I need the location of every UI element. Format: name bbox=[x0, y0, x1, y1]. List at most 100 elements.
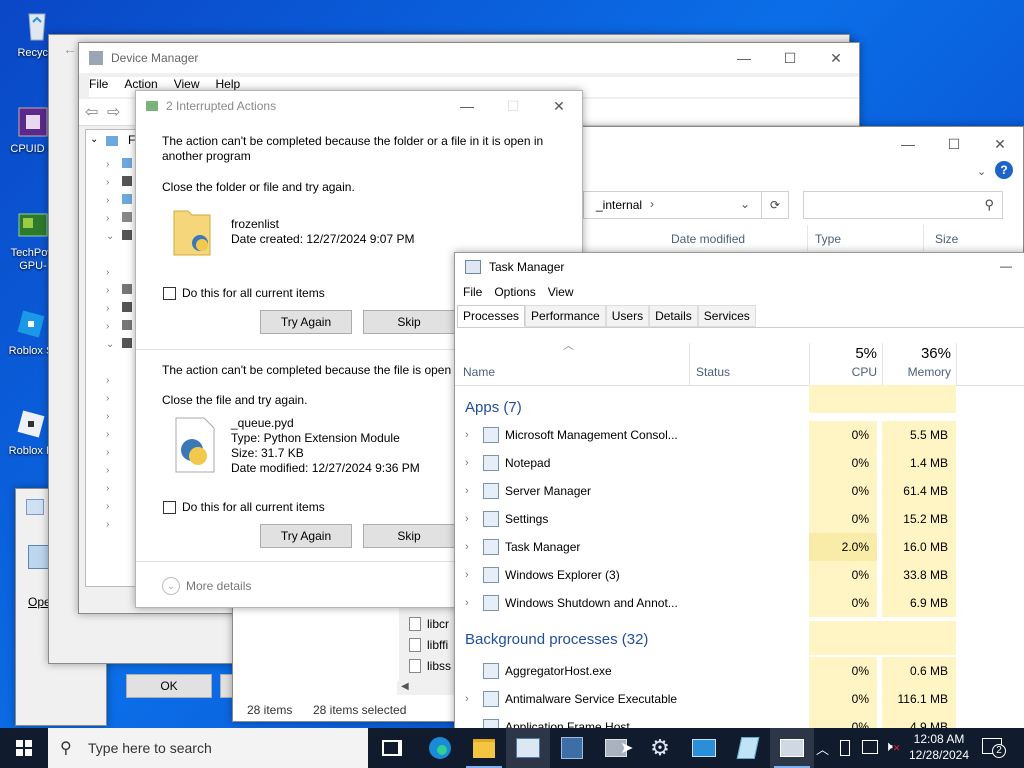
process-row[interactable]: › Windows Explorer (3) 0% 33.8 MB bbox=[455, 561, 1024, 589]
taskbar-file-explorer[interactable] bbox=[462, 728, 506, 768]
sort-arrow-icon: ︿ bbox=[563, 340, 574, 352]
help-icon[interactable]: ? bbox=[995, 161, 1013, 179]
expand-chevron-icon[interactable]: › bbox=[465, 485, 469, 497]
expand-chevron-icon[interactable]: › bbox=[465, 569, 469, 581]
maximize-button[interactable]: ☐ bbox=[490, 91, 536, 121]
process-row[interactable]: › Notepad 0% 1.4 MB bbox=[455, 449, 1024, 477]
close-button[interactable]: ✕ bbox=[977, 129, 1023, 159]
tab-processes[interactable]: Processes bbox=[457, 305, 526, 327]
column-cpu[interactable]: CPU bbox=[852, 365, 877, 379]
shutdown-icon bbox=[483, 595, 499, 611]
show-hidden-icons-chevron-icon[interactable]: ︿ bbox=[816, 739, 829, 758]
apply-all-checkbox-1[interactable]: Do this for all current items bbox=[163, 286, 325, 300]
menu-view[interactable]: View bbox=[548, 285, 574, 299]
tab-performance[interactable]: Performance bbox=[525, 305, 606, 327]
list-item[interactable]: libffi bbox=[409, 634, 455, 655]
process-row[interactable]: › Microsoft Management Consol... 0% 5.5 MB bbox=[455, 421, 1024, 449]
expand-chevron-icon[interactable]: › bbox=[465, 597, 469, 609]
taskbar-server-manager[interactable] bbox=[550, 728, 594, 768]
process-memory: 5.5 MB bbox=[882, 421, 956, 449]
address-dropdown-icon[interactable]: ⌄ bbox=[740, 197, 750, 211]
taskbar-settings[interactable]: ⚙ bbox=[638, 728, 682, 768]
expand-chevron-icon[interactable]: › bbox=[465, 513, 469, 525]
window-title: Task Manager bbox=[489, 260, 565, 274]
file-list-partial: libcr libffi libss bbox=[409, 613, 455, 676]
taskbar-task-manager[interactable] bbox=[770, 728, 814, 768]
skip-button[interactable]: Skip bbox=[363, 524, 455, 548]
minimize-button[interactable]: — bbox=[1000, 259, 1012, 273]
process-row[interactable]: › Server Manager 0% 61.4 MB bbox=[455, 477, 1024, 505]
folder-icon bbox=[473, 738, 495, 758]
taskbar-mmc[interactable] bbox=[506, 728, 550, 768]
expand-chevron-icon[interactable]: › bbox=[465, 693, 469, 705]
taskbar-search-box[interactable]: ⚲ Type here to search bbox=[48, 728, 368, 768]
more-details-toggle[interactable]: ⌄ More details bbox=[162, 577, 251, 595]
column-type[interactable]: Type bbox=[815, 232, 841, 246]
menu-file[interactable]: File bbox=[89, 77, 108, 97]
skip-button[interactable]: Skip bbox=[363, 310, 455, 334]
ribbon-expand-chevron-icon[interactable]: ⌄ bbox=[977, 165, 986, 178]
back-arrow-icon[interactable]: ⇦ bbox=[85, 102, 98, 122]
horizontal-scrollbar[interactable]: ◀ bbox=[397, 681, 455, 695]
process-row[interactable]: AggregatorHost.exe 0% 0.6 MB bbox=[455, 657, 1024, 685]
checkbox-box[interactable] bbox=[163, 286, 176, 300]
search-input[interactable]: ⚲ bbox=[803, 191, 1003, 219]
taskbar-notepad[interactable] bbox=[726, 728, 770, 768]
tab-users[interactable]: Users bbox=[605, 305, 650, 327]
expand-chevron-icon[interactable]: › bbox=[465, 541, 469, 553]
notification-center-button[interactable]: 2 bbox=[980, 736, 1008, 760]
checkbox-box[interactable] bbox=[163, 500, 176, 514]
maximize-button[interactable]: ☐ bbox=[767, 43, 813, 73]
column-memory[interactable]: Memory bbox=[908, 365, 951, 379]
ok-button[interactable]: OK bbox=[126, 674, 212, 698]
minimize-button[interactable]: — bbox=[885, 129, 931, 159]
process-row[interactable]: › Task Manager 2.0% 16.0 MB bbox=[455, 533, 1024, 561]
tab-services[interactable]: Services bbox=[697, 305, 756, 327]
refresh-button[interactable]: ⟳ bbox=[761, 191, 789, 219]
network-icon[interactable] bbox=[862, 740, 878, 754]
process-row[interactable]: › Antimalware Service Executable 0% 116.1 M… bbox=[455, 685, 1024, 713]
list-item[interactable]: libcr bbox=[409, 613, 455, 634]
mmc-icon bbox=[516, 738, 540, 758]
volume-muted-icon[interactable]: 🕨✕ bbox=[884, 738, 900, 755]
expand-chevron-icon[interactable]: › bbox=[465, 429, 469, 441]
clock[interactable]: 12:08 AM 12/28/2024 bbox=[904, 731, 974, 763]
forward-arrow-icon[interactable]: ⇨ bbox=[107, 102, 120, 122]
task-view-button[interactable] bbox=[370, 728, 414, 768]
process-row[interactable]: › Windows Shutdown and Annot... 0% 6.9 MB bbox=[455, 589, 1024, 617]
tree-chevrons: › › › › ⌄ › › › › ⌄ › › › › › › › › › bbox=[106, 159, 115, 530]
column-size[interactable]: Size bbox=[935, 232, 958, 246]
taskbar-device-manager[interactable]: ➤ bbox=[594, 728, 638, 768]
process-name: Settings bbox=[505, 512, 549, 526]
menu-options[interactable]: Options bbox=[494, 285, 535, 299]
taskbar-remote-desktop[interactable] bbox=[682, 728, 726, 768]
list-item[interactable]: libss bbox=[409, 655, 455, 676]
address-bar[interactable]: _internal › ⌄ bbox=[583, 191, 789, 219]
column-name[interactable]: Name bbox=[463, 365, 495, 379]
process-row[interactable]: › Settings 0% 15.2 MB bbox=[455, 505, 1024, 533]
try-again-button[interactable]: Try Again bbox=[260, 310, 352, 334]
usb-device-icon[interactable] bbox=[840, 740, 850, 756]
close-button[interactable]: ✕ bbox=[813, 43, 859, 73]
column-status[interactable]: Status bbox=[696, 365, 730, 379]
window-title: Device Manager bbox=[111, 51, 199, 65]
tab-details[interactable]: Details bbox=[649, 305, 698, 327]
menu-file[interactable]: File bbox=[463, 285, 482, 299]
scroll-left-arrow-icon[interactable]: ◀ bbox=[401, 681, 409, 692]
close-button[interactable]: ✕ bbox=[536, 91, 582, 121]
expand-chevron-icon[interactable]: › bbox=[465, 457, 469, 469]
column-header-row: Date modified Type Size bbox=[665, 225, 1023, 251]
conflict-item-size-2: Size: 31.7 KB bbox=[231, 446, 304, 460]
back-arrow-icon[interactable]: ← bbox=[63, 41, 77, 57]
column-date-modified[interactable]: Date modified bbox=[671, 232, 745, 246]
maximize-button[interactable]: ☐ bbox=[931, 129, 977, 159]
taskbar-edge[interactable] bbox=[418, 728, 462, 768]
start-button[interactable] bbox=[0, 728, 48, 768]
expand-chevron-icon[interactable]: ⌄ bbox=[90, 134, 98, 145]
process-memory: 1.4 MB bbox=[882, 449, 956, 477]
apply-all-checkbox-2[interactable]: Do this for all current items bbox=[163, 500, 325, 514]
try-again-button[interactable]: Try Again bbox=[260, 524, 352, 548]
minimize-button[interactable]: — bbox=[721, 43, 767, 73]
roblox-icon bbox=[13, 306, 49, 342]
minimize-button[interactable]: — bbox=[444, 91, 490, 121]
